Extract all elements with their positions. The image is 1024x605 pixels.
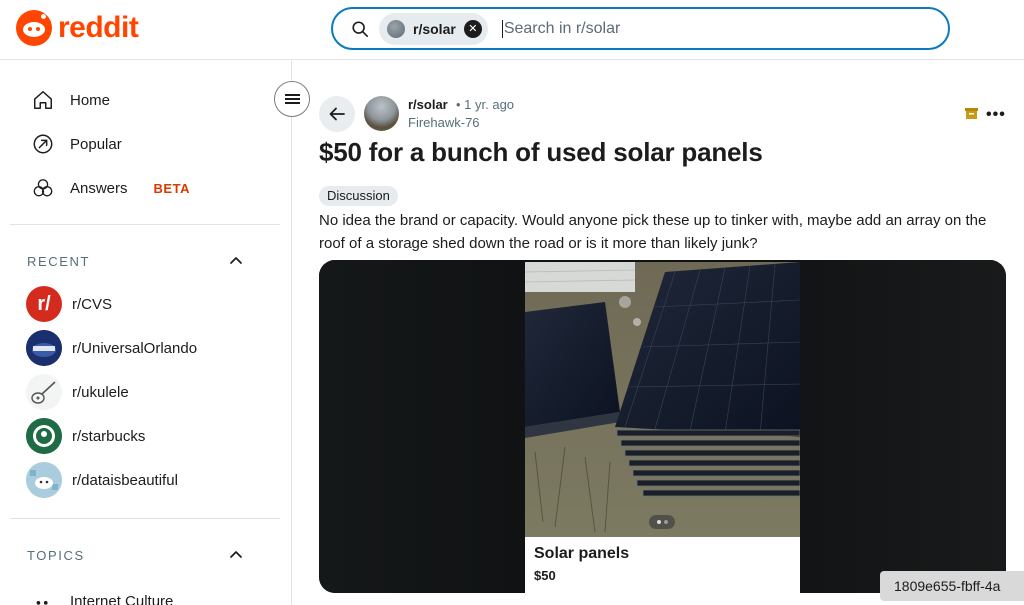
sidebar-item-home[interactable]: Home [32,89,110,111]
home-icon [34,91,52,109]
reddit-snoo-icon [16,10,52,46]
chip-label: r/solar [413,20,456,37]
sidebar-item-dataisbeautiful[interactable]: r/dataisbeautiful [26,462,178,498]
menu-icon [284,92,300,106]
sidebar-divider [10,224,280,225]
sidebar-item-label: r/dataisbeautiful [72,471,178,489]
archive-icon [965,108,978,119]
sidebar-item-label: r/ukulele [72,383,129,401]
sidebar-item-popular[interactable]: Popular [32,133,122,155]
sidebar-divider [10,518,280,519]
post-media-gallery[interactable]: Solar panels $50 [319,260,1006,593]
chevron-up-icon[interactable] [228,547,244,563]
photo-illustration [525,262,800,537]
sidebar-item-cvs[interactable]: r/ r/CVS [26,286,112,322]
overlay-id-badge: 1809e655-fbff-4a [880,571,1024,601]
beta-badge: BETA [153,180,190,196]
top-header: reddit r/solar ✕ [0,0,1024,60]
logo-text: reddit [58,11,139,44]
sidebar-item-label: Popular [70,135,122,153]
gallery-pagination-dots[interactable] [649,515,675,529]
reddit-logo[interactable]: reddit [16,10,139,46]
post-author-link[interactable]: Firehawk-76 [408,115,480,130]
sidebar-item-answers[interactable]: Answers BETA [32,177,190,199]
cvs-icon: r/ [26,286,62,322]
internet-culture-icon [36,601,48,605]
search-bar[interactable]: r/solar ✕ [331,7,950,50]
search-icon [352,20,369,37]
post-timestamp: • 1 yr. ago [456,97,515,112]
sidebar-item-universalorlando[interactable]: r/UniversalOrlando [26,330,197,366]
left-sidebar: Home Popular Answers BETA RECENT r/ r/CV… [0,61,292,605]
sidebar-item-label: Home [70,91,111,109]
media-blur-left [319,260,525,593]
sidebar-item-starbucks[interactable]: r/starbucks [26,418,145,454]
caption-title: Solar panels [534,545,630,562]
sidebar-item-label: r/CVS [72,295,113,313]
topics-section-label: TOPICS [27,548,85,563]
media-blur-right [800,260,1006,593]
ukulele-icon [26,374,62,410]
dataisbeautiful-icon [26,462,62,498]
post-title: $50 for a bunch of used solar panels [319,137,763,167]
more-options-icon[interactable]: ••• [986,106,1006,124]
collapse-sidebar-button[interactable] [274,81,310,117]
solar-panels-photo[interactable] [525,262,800,537]
close-icon[interactable]: ✕ [463,19,482,38]
recent-section-label: RECENT [27,254,91,269]
sidebar-item-internet-culture[interactable]: Internet Culture [32,590,173,605]
starbucks-icon [26,418,62,454]
post-subreddit-link[interactable]: r/solar [408,97,448,112]
media-caption: Solar panels $50 [525,537,800,593]
subreddit-avatar [387,19,405,38]
post-body: No idea the brand or capacity. Would any… [319,212,987,252]
post-flair[interactable]: Discussion [319,186,398,206]
sidebar-item-label: r/UniversalOrlando [72,339,198,357]
sidebar-item-label: Internet Culture [70,592,174,605]
subreddit-filter-chip[interactable]: r/solar ✕ [379,12,488,45]
universal-icon [26,330,62,366]
answers-icon [33,179,53,197]
sidebar-item-ukulele[interactable]: r/ukulele [26,374,129,410]
arrow-left-icon [329,107,345,121]
chevron-up-icon[interactable] [228,253,244,269]
sidebar-item-label: Answers [70,179,128,197]
popular-icon [33,134,53,154]
back-button[interactable] [319,96,355,132]
subreddit-avatar[interactable] [364,96,399,131]
search-input[interactable] [501,19,882,38]
sidebar-item-label: r/starbucks [72,427,146,445]
caption-price: $50 [534,568,556,583]
